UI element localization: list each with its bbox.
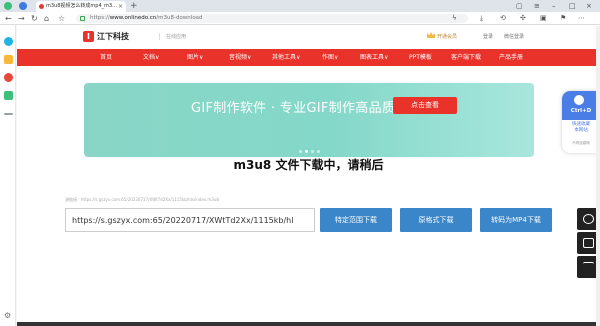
site-favicon-icon [39, 4, 44, 9]
lightning-icon[interactable]: ϟ [452, 12, 457, 25]
menu-item-ppt-templates[interactable]: PPT模板 [409, 49, 432, 66]
menu-item-manual[interactable]: 产品手册 [499, 49, 523, 66]
forward-icon[interactable]: → [18, 12, 25, 25]
logo-text: 江下科技 [97, 32, 129, 41]
window-close-icon[interactable]: × [586, 0, 592, 12]
web-page: Ⅰ 江下科技 在线应用 开通会员 登录 微信登录 首页 文档∨ 图片∨ 音视频∨… [17, 25, 600, 326]
menu-icon[interactable]: ≡ [534, 0, 540, 12]
headset-icon [583, 214, 594, 224]
carousel-dot[interactable] [317, 150, 320, 153]
menu-item-drawing[interactable]: 作图∨ [322, 49, 338, 66]
banner-title: GIF制作软件 · 专业GIF制作高品质 [191, 101, 396, 116]
logo-mark-icon: Ⅰ [83, 31, 94, 42]
main-menu: 首页 文档∨ 图片∨ 音视频∨ 其他工具∨ 作图∨ 图表工具∨ PPT模板 客户… [17, 49, 600, 66]
download-icon[interactable]: ⤓ [480, 12, 483, 25]
maximize-icon[interactable]: □ [569, 0, 576, 12]
tab-active[interactable]: m3u8视频怎么转成mp4_m3... × [36, 1, 126, 12]
banner-view-button[interactable]: 点击查看 [393, 97, 457, 114]
collections-icon[interactable]: ▣ [540, 12, 547, 25]
vip-label: 开通会员 [437, 34, 458, 40]
download-heading: m3u8 文件下载中，请稍后 [233, 158, 384, 172]
site-header: Ⅰ 江下科技 在线应用 开通会员 登录 微信登录 [17, 25, 600, 49]
sidebar-app-icon[interactable] [4, 37, 13, 46]
address-path: /m3u8-download [156, 15, 203, 21]
secure-lock-icon [80, 16, 85, 21]
crown-icon [427, 32, 435, 38]
site-logo[interactable]: Ⅰ 江下科技 [83, 31, 129, 43]
sidebar-favorites-icon[interactable] [4, 55, 13, 64]
address-prefix: https:// [90, 15, 110, 21]
menu-item-documents[interactable]: 文档∨ [143, 49, 159, 66]
menu-item-other-tools[interactable]: 其他工具∨ [272, 49, 300, 66]
back-icon[interactable]: ← [5, 12, 12, 25]
profile-icon[interactable] [19, 2, 27, 10]
bookmark-widget[interactable]: Ctrl+D 快速收藏 本网站 不再迷路哦 [562, 91, 600, 153]
bookmark-line-2: 本网站 [574, 128, 588, 133]
tab-title: m3u8视频怎么转成mp4_m3... [46, 3, 117, 9]
browser-toolbar: ← → ↻ ⌂ ☆ https://www.onlinedo.cn/m3u8-d… [0, 12, 600, 25]
carousel-dot-active[interactable] [305, 150, 308, 153]
bookmark-widget-sub: 不再迷路哦 [572, 141, 590, 145]
page-scrollbar[interactable] [596, 26, 600, 326]
history-icon[interactable]: ⟲ [500, 12, 506, 25]
translate-icon[interactable]: ⚑ [560, 12, 566, 25]
mail-icon [583, 238, 594, 248]
arrow-up-icon [583, 262, 594, 272]
carousel-dot[interactable] [299, 150, 302, 153]
carousel-dot[interactable] [311, 150, 314, 153]
minimize-icon[interactable]: – [552, 0, 556, 12]
close-tab-icon[interactable]: × [118, 1, 123, 12]
browser-tab-bar: m3u8视频怎么转成mp4_m3... × + ▢ ≡ – □ × [0, 0, 600, 12]
promo-banner[interactable]: GIF制作软件 · 专业GIF制作高品质 点击查看 [84, 83, 534, 157]
puzzle-icon[interactable]: ✣ [520, 12, 526, 25]
sidebar-weibo-icon[interactable] [4, 73, 13, 82]
menu-item-audio-video[interactable]: 音视频∨ [229, 49, 251, 66]
register-link[interactable]: 微信登录 [504, 33, 524, 40]
range-download-button[interactable]: 特定范围下载 [320, 208, 392, 232]
login-link[interactable]: 登录 [483, 33, 493, 40]
address-host: www.onlinedo.cn [109, 15, 157, 21]
sidebar-notes-icon[interactable] [4, 91, 13, 100]
reload-icon[interactable]: ↻ [31, 12, 38, 25]
m3u8-url-input[interactable] [65, 208, 315, 232]
carousel-dots [299, 146, 323, 156]
new-tab-icon[interactable]: + [130, 0, 138, 12]
vip-link[interactable]: 开通会员 [427, 32, 458, 40]
address-bar[interactable]: https://www.onlinedo.cn/m3u8-download [76, 14, 468, 23]
bookmark-widget-text: 快速收藏 本网站 [562, 122, 600, 134]
source-link-label: 源链接：https://s.gszyx.com:65/20220717/XWtT… [65, 197, 219, 202]
home-icon[interactable]: ⌂ [44, 12, 49, 25]
bookmark-star-icon[interactable]: ☆ [58, 12, 65, 25]
browser-logo-icon[interactable] [4, 2, 12, 10]
site-slogan: 在线应用 [159, 33, 186, 40]
sidebar-divider [4, 113, 13, 115]
bookmark-star-icon [574, 95, 584, 105]
original-download-button[interactable]: 原格式下载 [400, 208, 472, 232]
sidebar-settings-icon[interactable]: ⚙ [4, 311, 13, 320]
more-icon[interactable]: ⋯ [578, 12, 585, 25]
menu-item-chart-tools[interactable]: 图表工具∨ [360, 49, 388, 66]
menu-item-client-download[interactable]: 客户端下载 [451, 49, 481, 66]
menu-item-images[interactable]: 图片∨ [187, 49, 203, 66]
extensions-icon[interactable]: ▢ [516, 0, 523, 12]
menu-item-home[interactable]: 首页 [100, 49, 112, 66]
browser-sidebar: ⚙ [0, 25, 16, 326]
shortcut-key: Ctrl+D [570, 108, 592, 114]
mp4-download-button[interactable]: 转码为MP4下载 [480, 208, 552, 232]
footer-strip [17, 322, 600, 326]
bookmark-widget-header: Ctrl+D [562, 91, 600, 120]
